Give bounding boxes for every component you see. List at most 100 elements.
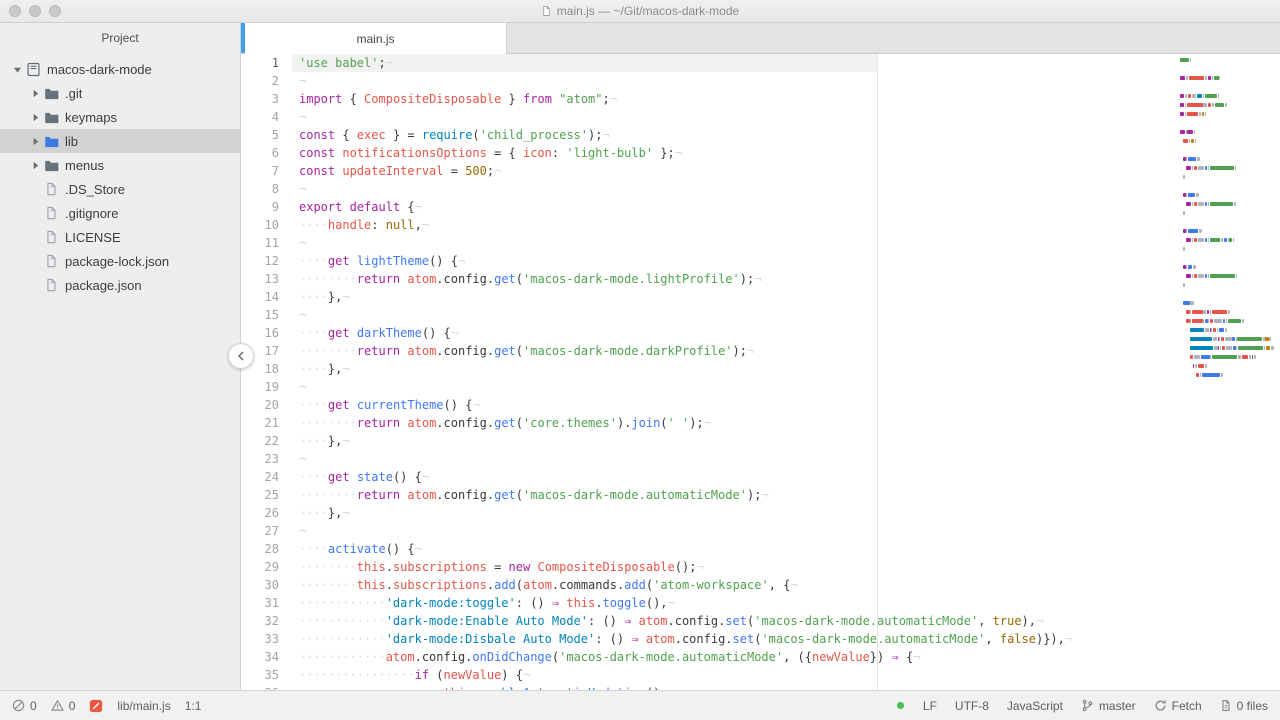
- tree-view-collapse-button[interactable]: [228, 343, 254, 369]
- chevron-down-icon[interactable]: [10, 65, 24, 74]
- code-line[interactable]: ¬: [292, 306, 1280, 324]
- line-number[interactable]: 32: [241, 612, 279, 630]
- code-line[interactable]: ········return atom.config.get('macos-da…: [292, 486, 1280, 504]
- code-line[interactable]: ····},¬: [292, 288, 1280, 306]
- line-number[interactable]: 19: [241, 378, 279, 396]
- tree-item-menus[interactable]: menus: [0, 153, 240, 177]
- code-line[interactable]: 'use babel';¬: [292, 54, 1280, 72]
- line-number[interactable]: 24: [241, 468, 279, 486]
- tab-main.js[interactable]: main.js: [245, 23, 507, 54]
- tree-item-keymaps[interactable]: keymaps: [0, 105, 240, 129]
- code-area[interactable]: 'use babel';¬ ¬ import { CompositeDisposab…: [292, 54, 1280, 690]
- code-line[interactable]: ············atom.config.onDidChange('mac…: [292, 648, 1280, 666]
- line-number[interactable]: 6: [241, 144, 279, 162]
- code-line[interactable]: ¬: [292, 108, 1280, 126]
- line-number[interactable]: 9: [241, 198, 279, 216]
- line-number[interactable]: 13: [241, 270, 279, 288]
- code-line[interactable]: ¬: [292, 522, 1280, 540]
- tree-item-lib[interactable]: lib: [0, 129, 240, 153]
- line-number[interactable]: 16: [241, 324, 279, 342]
- line-number[interactable]: 36: [241, 684, 279, 690]
- chevron-right-icon[interactable]: [28, 137, 42, 146]
- line-number[interactable]: 29: [241, 558, 279, 576]
- line-number[interactable]: 11: [241, 234, 279, 252]
- code-line[interactable]: ¬: [292, 378, 1280, 396]
- tree-item-.gitignore[interactable]: .gitignore: [0, 201, 240, 225]
- code-line[interactable]: ········this.subscriptions = new Composi…: [292, 558, 1280, 576]
- line-number[interactable]: 2: [241, 72, 279, 90]
- code-line[interactable]: ····activate() {¬: [292, 540, 1280, 558]
- file-path[interactable]: lib/main.js: [117, 699, 170, 713]
- code-line[interactable]: ············'dark-mode:Enable Auto Mode'…: [292, 612, 1280, 630]
- line-number[interactable]: 35: [241, 666, 279, 684]
- code-line[interactable]: const { exec } = require('child_process'…: [292, 126, 1280, 144]
- line-number[interactable]: 31: [241, 594, 279, 612]
- tree-item-package-lock.json[interactable]: package-lock.json: [0, 249, 240, 273]
- tree-item-.DS_Store[interactable]: .DS_Store: [0, 177, 240, 201]
- code-line[interactable]: ············'dark-mode:Disbale Auto Mode…: [292, 630, 1280, 648]
- line-number[interactable]: 1: [241, 54, 279, 72]
- linter-status[interactable]: [89, 699, 103, 713]
- git-branch[interactable]: master: [1081, 699, 1136, 713]
- code-line[interactable]: ¬: [292, 72, 1280, 90]
- line-number[interactable]: 20: [241, 396, 279, 414]
- line-number[interactable]: 25: [241, 486, 279, 504]
- encoding[interactable]: UTF-8: [955, 699, 989, 713]
- error-count[interactable]: 0: [12, 699, 37, 713]
- line-number[interactable]: 4: [241, 108, 279, 126]
- chevron-right-icon[interactable]: [28, 89, 42, 98]
- code-line[interactable]: import { CompositeDisposable } from "ato…: [292, 90, 1280, 108]
- code-line[interactable]: export default {¬: [292, 198, 1280, 216]
- line-number[interactable]: 22: [241, 432, 279, 450]
- line-number[interactable]: 34: [241, 648, 279, 666]
- line-number[interactable]: 14: [241, 288, 279, 306]
- line-number[interactable]: 12: [241, 252, 279, 270]
- line-number[interactable]: 33: [241, 630, 279, 648]
- code-line[interactable]: const notificationsOptions = { icon: 'li…: [292, 144, 1280, 162]
- line-number[interactable]: 21: [241, 414, 279, 432]
- tree-item-package.json[interactable]: package.json: [0, 273, 240, 297]
- close-button[interactable]: [9, 5, 21, 17]
- git-fetch[interactable]: Fetch: [1154, 699, 1202, 713]
- minimize-button[interactable]: [29, 5, 41, 17]
- code-line[interactable]: ····handle: null,¬: [292, 216, 1280, 234]
- chevron-right-icon[interactable]: [28, 113, 42, 122]
- tree-item-.git[interactable]: .git: [0, 81, 240, 105]
- line-number[interactable]: 30: [241, 576, 279, 594]
- code-line[interactable]: ····get currentTheme() {¬: [292, 396, 1280, 414]
- line-number[interactable]: 26: [241, 504, 279, 522]
- cursor-position[interactable]: 1:1: [185, 699, 202, 713]
- code-line[interactable]: ········return atom.config.get('macos-da…: [292, 342, 1280, 360]
- git-changed-files[interactable]: 0 files: [1220, 699, 1268, 713]
- code-line[interactable]: const updateInterval = 500;¬: [292, 162, 1280, 180]
- code-line[interactable]: ····},¬: [292, 360, 1280, 378]
- line-number[interactable]: 27: [241, 522, 279, 540]
- tree-item-LICENSE[interactable]: LICENSE: [0, 225, 240, 249]
- code-line[interactable]: ¬: [292, 180, 1280, 198]
- grammar-selector[interactable]: JavaScript: [1007, 699, 1063, 713]
- warning-count[interactable]: 0: [51, 699, 75, 713]
- code-line[interactable]: ¬: [292, 450, 1280, 468]
- line-number[interactable]: 10: [241, 216, 279, 234]
- line-number[interactable]: 28: [241, 540, 279, 558]
- code-line[interactable]: ············'dark-mode:toggle': () ⇒ thi…: [292, 594, 1280, 612]
- code-line[interactable]: ····get lightTheme() {¬: [292, 252, 1280, 270]
- tree-item-macos-dark-mode[interactable]: macos-dark-mode: [0, 57, 240, 81]
- status-indicator[interactable]: [896, 701, 905, 710]
- code-line[interactable]: ········return atom.config.get('macos-da…: [292, 270, 1280, 288]
- code-line[interactable]: ····get state() {¬: [292, 468, 1280, 486]
- minimap[interactable]: [1176, 54, 1280, 690]
- code-line[interactable]: ····get darkTheme() {¬: [292, 324, 1280, 342]
- line-number[interactable]: 7: [241, 162, 279, 180]
- line-ending[interactable]: LF: [923, 699, 937, 713]
- code-line[interactable]: ····················this.enableAutomatic…: [292, 684, 1280, 690]
- code-line[interactable]: ¬: [292, 234, 1280, 252]
- code-line[interactable]: ····},¬: [292, 504, 1280, 522]
- line-number[interactable]: 3: [241, 90, 279, 108]
- line-number[interactable]: 8: [241, 180, 279, 198]
- line-number[interactable]: 23: [241, 450, 279, 468]
- code-line[interactable]: ········this.subscriptions.add(atom.comm…: [292, 576, 1280, 594]
- zoom-button[interactable]: [49, 5, 61, 17]
- chevron-right-icon[interactable]: [28, 161, 42, 170]
- code-line[interactable]: ····},¬: [292, 432, 1280, 450]
